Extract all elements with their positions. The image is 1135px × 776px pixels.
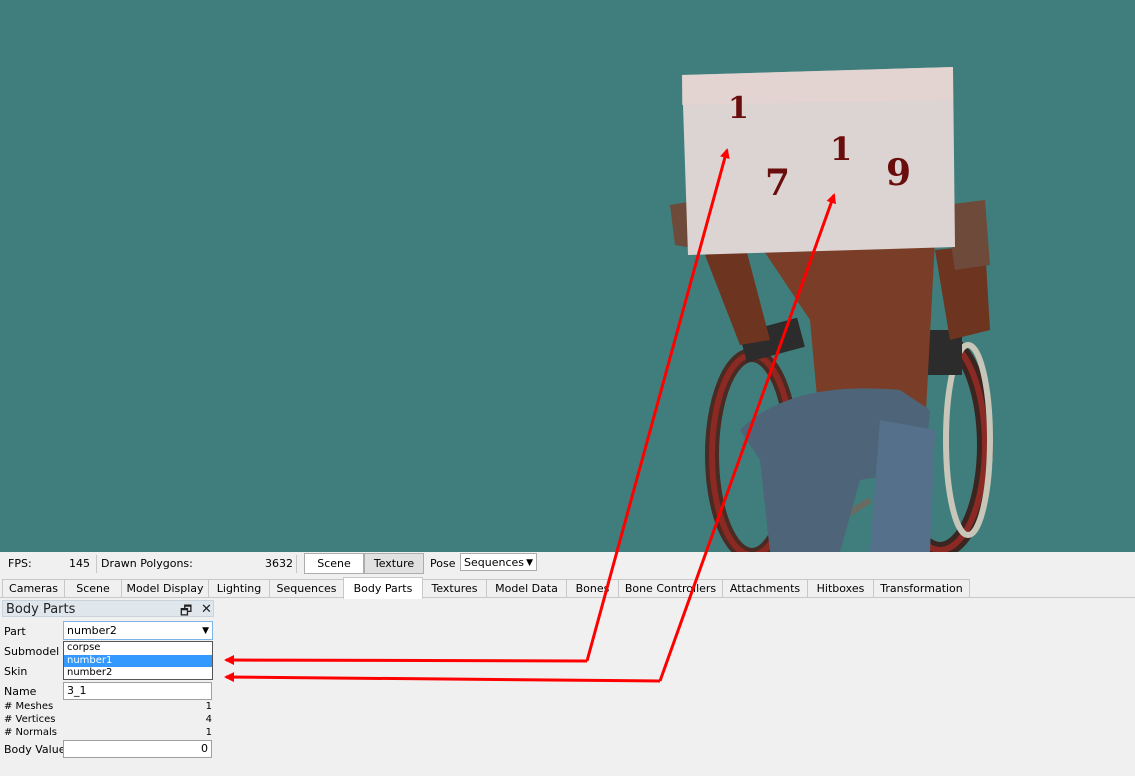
part-label: Part (4, 625, 26, 638)
vertices-row: # Vertices 4 (4, 714, 212, 725)
tab-body-parts[interactable]: Body Parts (343, 577, 423, 599)
tab-transformation[interactable]: Transformation (873, 579, 970, 598)
panel-title: Body Parts (6, 602, 76, 617)
divider (296, 555, 297, 573)
name-label: Name (4, 685, 37, 698)
polygons-value: 3632 (265, 557, 293, 570)
sign-digit: 1 (830, 130, 852, 168)
sign-digit: 9 (886, 152, 911, 194)
pose-select-value: Sequences (464, 556, 524, 569)
close-icon[interactable]: ✕ (201, 602, 212, 617)
body-value-field[interactable]: 0 (63, 740, 212, 758)
tab-sequences[interactable]: Sequences (269, 579, 344, 598)
sign-digit: 1 (728, 91, 749, 126)
model-render: 1 7 1 9 (670, 67, 993, 552)
normals-row: # Normals 1 (4, 727, 212, 738)
normals-value: 1 (205, 727, 212, 738)
divider (96, 555, 97, 573)
tab-bones[interactable]: Bones (566, 579, 619, 598)
sign-digit: 7 (765, 162, 790, 204)
vertices-label: # Vertices (4, 714, 56, 725)
tab-bone-controllers[interactable]: Bone Controllers (618, 579, 723, 598)
polygons-label: Drawn Polygons: (101, 557, 193, 570)
fps-label: FPS: (8, 557, 32, 570)
fps-value: 145 (69, 557, 90, 570)
part-option-corpse[interactable]: corpse (64, 642, 212, 655)
tab-bar: Cameras Scene Model Display Lighting Seq… (2, 577, 1133, 599)
part-option-number1[interactable]: number1 (64, 654, 212, 667)
tab-hitboxes[interactable]: Hitboxes (807, 579, 874, 598)
part-select[interactable]: number2 ▼ (63, 621, 213, 640)
number-sign: 1 7 1 9 (682, 67, 955, 255)
tab-model-data[interactable]: Model Data (486, 579, 567, 598)
tab-cameras[interactable]: Cameras (2, 579, 65, 598)
annotation-arrow (224, 672, 661, 683)
status-bar: FPS: 145 Drawn Polygons: 3632 Scene Text… (0, 552, 1135, 576)
part-select-value: number2 (67, 624, 117, 637)
tab-lighting[interactable]: Lighting (208, 579, 270, 598)
part-option-number2[interactable]: number2 (64, 667, 212, 680)
submodel-label: Submodel (4, 645, 60, 658)
body-value-label: Body Value (4, 743, 66, 756)
normals-label: # Normals (4, 727, 57, 738)
pose-label: Pose (430, 557, 456, 570)
tab-scene[interactable]: Scene (64, 579, 122, 598)
chevron-down-icon: ▼ (202, 626, 209, 636)
meshes-row: # Meshes 1 (4, 701, 212, 712)
meshes-label: # Meshes (4, 701, 54, 712)
texture-toggle-button[interactable]: Texture (364, 553, 424, 574)
pose-select[interactable]: Sequences ▼ (460, 553, 537, 571)
chevron-down-icon: ▼ (526, 558, 533, 568)
name-field[interactable]: 3_1 (63, 682, 212, 700)
scene-toggle-button[interactable]: Scene (304, 553, 364, 574)
tab-attachments[interactable]: Attachments (722, 579, 808, 598)
meshes-value: 1 (205, 701, 212, 712)
vertices-value: 4 (205, 714, 212, 725)
skin-label: Skin (4, 665, 28, 678)
tab-textures[interactable]: Textures (422, 579, 487, 598)
annotation-arrow (224, 655, 588, 666)
panel-title-bar: Body Parts 🗗 ✕ (2, 600, 214, 619)
part-dropdown-list[interactable]: corpse number1 number2 (63, 641, 213, 680)
model-viewport[interactable]: 1 7 1 9 (0, 0, 1135, 552)
tab-model-display[interactable]: Model Display (121, 579, 209, 598)
